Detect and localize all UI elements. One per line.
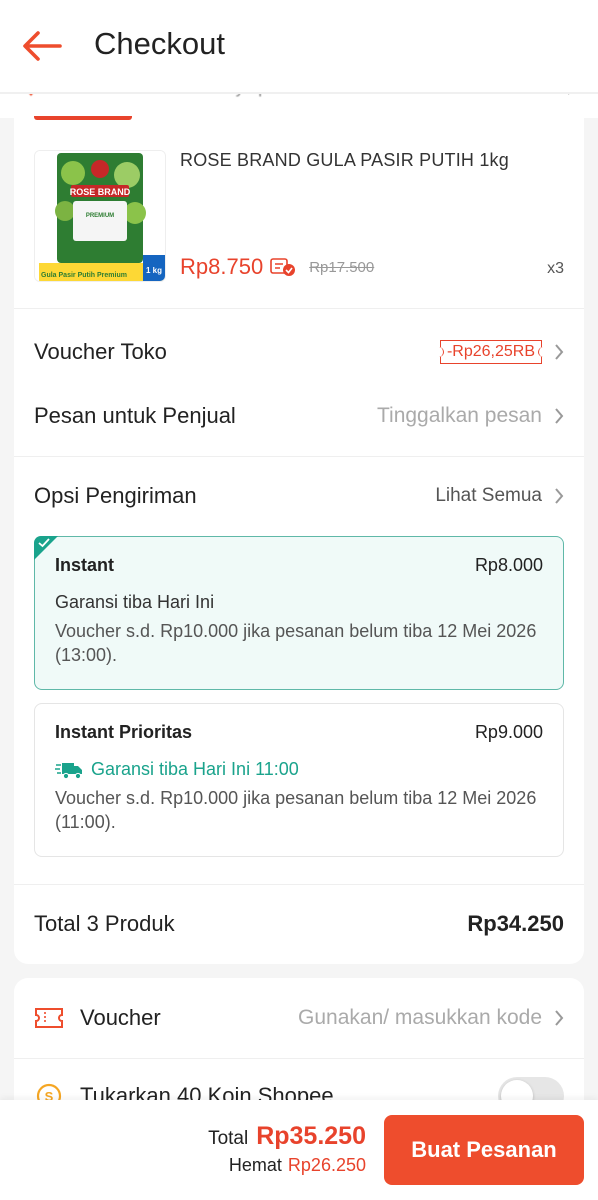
seller-message-label: Pesan untuk Penjual	[34, 403, 236, 428]
total-label: Total	[208, 1128, 249, 1149]
seller-message-input[interactable]: Tinggalkan pesan	[377, 404, 542, 428]
shop-voucher-label: Voucher Toko	[34, 339, 167, 364]
product-brand-text: ROSE BRAND	[70, 187, 131, 197]
divider	[14, 456, 584, 457]
voucher-ticket-icon	[35, 1008, 63, 1028]
shipping-option-instant[interactable]: Instant Rp8.000 Garansi tiba Hari Ini Vo…	[34, 536, 564, 690]
total-value: Rp35.250	[256, 1122, 366, 1150]
shipping-label: Opsi Pengiriman	[34, 483, 197, 508]
product-price: Rp8.750	[180, 254, 264, 279]
savings-value: Rp26.250	[287, 1155, 366, 1175]
top-app-bar: Checkout	[0, 0, 598, 92]
page-title: Checkout	[94, 26, 225, 61]
shipping-voucher-note: Voucher s.d. Rp10.000 jika pesanan belum…	[55, 621, 537, 665]
discount-voucher-icon	[270, 258, 296, 276]
voucher-code-input[interactable]: Gunakan/ masukkan kode	[298, 1006, 542, 1030]
see-all-shipping-link[interactable]: Lihat Semua	[435, 485, 542, 507]
product-weight-text: 1 kg	[146, 266, 162, 275]
checkmark-icon	[38, 538, 50, 548]
shipping-option-name: Instant Prioritas	[55, 722, 193, 742]
platform-voucher-row[interactable]: Voucher Gunakan/ masukkan kode	[34, 998, 564, 1038]
shop-order-card: ROSE BRAND PREMIUM Gula Pasir Putih Prem…	[14, 118, 584, 964]
shipping-option-name: Instant	[55, 555, 115, 575]
original-price: Rp17.500	[309, 258, 375, 276]
header-divider	[0, 92, 598, 94]
shipping-options-header[interactable]: Opsi Pengiriman Lihat Semua	[34, 476, 564, 516]
product-item[interactable]: ROSE BRAND PREMIUM Gula Pasir Putih Prem…	[34, 150, 564, 290]
checkout-bottom-bar: Total Rp35.250 Hemat Rp26.250 Buat Pesan…	[0, 1100, 598, 1200]
shipping-option-price: Rp9.000	[474, 722, 543, 742]
product-variant-text: PREMIUM	[86, 213, 114, 219]
address-accent-border	[34, 116, 132, 120]
shop-voucher-row[interactable]: Voucher Toko -Rp26,25RB	[34, 332, 564, 372]
price-row: Rp8.750 Rp17.500	[180, 254, 374, 280]
order-totals: Total Rp35.250 Hemat Rp26.250	[208, 1122, 366, 1176]
shipping-guarantee-row: Garansi tiba Hari Ini 11:00	[55, 759, 543, 780]
savings-label: Hemat	[228, 1155, 282, 1175]
shipping-guarantee: Garansi tiba Hari Ini	[55, 592, 215, 612]
chevron-right-icon	[555, 344, 564, 360]
divider	[14, 1058, 584, 1059]
place-order-button[interactable]: Buat Pesanan	[384, 1115, 584, 1185]
fast-truck-icon	[55, 762, 82, 779]
seller-message-row[interactable]: Pesan untuk Penjual Tinggalkan pesan	[34, 396, 564, 436]
divider	[14, 308, 584, 309]
chevron-right-icon	[555, 1010, 564, 1026]
divider	[14, 884, 584, 885]
product-caption-text: Gula Pasir Putih Premium	[41, 272, 127, 279]
shipping-option-instant-priority[interactable]: Instant Prioritas Rp9.000 Garansi tiba H…	[34, 703, 564, 857]
back-arrow-icon[interactable]	[20, 28, 64, 64]
chevron-right-icon	[555, 488, 564, 504]
product-image: ROSE BRAND PREMIUM Gula Pasir Putih Prem…	[34, 150, 166, 282]
platform-voucher-label: Voucher	[80, 1005, 161, 1030]
subtotal-amount: Rp34.250	[467, 911, 564, 936]
chevron-right-icon	[555, 408, 564, 424]
shop-voucher-badge: -Rp26,25RB	[439, 340, 542, 364]
product-name: ROSE BRAND GULA PASIR PUTIH 1kg	[180, 150, 509, 170]
subtotal-label: Total 3 Produk	[34, 911, 175, 936]
subtotal-row: Total 3 Produk Rp34.250	[34, 904, 564, 944]
product-quantity: x3	[547, 260, 564, 277]
shipping-voucher-note: Voucher s.d. Rp10.000 jika pesanan belum…	[55, 788, 537, 832]
shipping-guarantee: Garansi tiba Hari Ini 11:00	[91, 759, 299, 779]
shipping-option-price: Rp8.000	[474, 555, 543, 575]
